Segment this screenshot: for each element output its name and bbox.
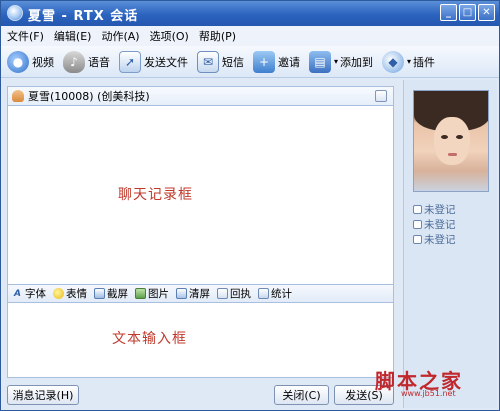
title-bar[interactable]: 夏雪 - RTX 会话 _ □ ✕ (1, 1, 499, 26)
rtx-logo-icon (7, 5, 23, 21)
chat-history-label: 聊天记录框 (118, 187, 193, 203)
toolbar: ● 视频 ♪ 语音 ➚ 发送文件 ✉ 短信 + 邀请 ▤ ▾ 添加到 ◆ ▾ 插… (1, 46, 499, 78)
window-title: 夏雪 - RTX 会话 (28, 9, 139, 24)
add-to-label: 添加到 (340, 55, 374, 69)
font-icon: A (14, 288, 21, 299)
sms-button[interactable]: ✉ 短信 (197, 50, 244, 73)
screenshot-label: 截屏 (107, 288, 128, 300)
avatar-eye-left (441, 135, 448, 139)
phone-status: 未登记 (413, 217, 456, 232)
video-button[interactable]: ● 视频 (7, 50, 54, 73)
invite-label: 邀请 (278, 55, 300, 69)
font-button[interactable]: A 字体 (12, 286, 46, 301)
voice-label: 语音 (88, 55, 110, 69)
menu-bar: 文件(F) 编辑(E) 动作(A) 选项(O) 帮助(P) (1, 26, 499, 46)
contact-header: 夏雪(10008) (创美科技) (7, 86, 394, 106)
add-to-button[interactable]: ▤ ▾ 添加到 (309, 50, 374, 73)
maximize-button[interactable]: □ (459, 4, 476, 21)
add-to-icon: ▤ (309, 50, 331, 73)
emoji-label: 表情 (66, 288, 87, 300)
minimize-button[interactable]: _ (440, 4, 457, 21)
font-label: 字体 (25, 288, 46, 300)
close-button[interactable]: 关闭(C) (274, 385, 329, 405)
sms-label: 短信 (222, 55, 244, 69)
menu-edit[interactable]: 编辑(E) (54, 28, 92, 44)
avatar-face (434, 117, 470, 165)
window-controls: _ □ ✕ (440, 4, 495, 21)
sms-icon: ✉ (197, 50, 219, 73)
chevron-down-icon: ▾ (334, 57, 339, 66)
chat-history-panel[interactable]: 聊天记录框 (7, 106, 394, 284)
mobile-icon (413, 205, 422, 214)
mobile-status-text: 未登记 (424, 204, 456, 216)
email-icon (413, 235, 422, 244)
invite-icon: + (253, 50, 275, 73)
voice-button[interactable]: ♪ 语音 (63, 50, 110, 73)
email-status: 未登记 (413, 232, 456, 247)
message-input-label: 文本输入框 (112, 331, 187, 347)
stats-button[interactable]: 统计 (258, 286, 292, 301)
avatar (413, 90, 489, 192)
plugin-icon: ◆ (382, 50, 405, 73)
clear-screen-label: 清屏 (189, 288, 210, 300)
picture-icon (135, 288, 146, 299)
send-file-button[interactable]: ➚ 发送文件 (119, 50, 188, 73)
avatar-eye-right (456, 135, 463, 139)
menu-options[interactable]: 选项(O) (150, 28, 189, 44)
menu-file[interactable]: 文件(F) (7, 28, 44, 44)
layout-toggle-icon[interactable] (375, 90, 387, 102)
chat-window: 夏雪 - RTX 会话 _ □ ✕ 文件(F) 编辑(E) 动作(A) 选项(O… (0, 0, 500, 411)
smiley-icon (53, 288, 64, 299)
receipt-button[interactable]: 回执 (217, 286, 251, 301)
close-window-button[interactable]: ✕ (478, 4, 495, 21)
menu-help[interactable]: 帮助(P) (199, 28, 236, 44)
contact-name: 夏雪(10008) (创美科技) (28, 90, 150, 103)
stats-icon (258, 288, 269, 299)
format-toolbar: A 字体 表情 截屏 图片 清屏 回执 统计 (7, 284, 394, 303)
picture-button[interactable]: 图片 (135, 286, 169, 301)
chevron-down-icon: ▾ (407, 57, 412, 66)
video-label: 视频 (32, 55, 54, 69)
video-icon: ● (7, 50, 29, 73)
menu-action[interactable]: 动作(A) (101, 28, 139, 44)
emoji-button[interactable]: 表情 (53, 286, 87, 301)
receipt-icon (217, 288, 228, 299)
receipt-label: 回执 (230, 288, 251, 300)
picture-label: 图片 (148, 288, 169, 300)
email-status-text: 未登记 (424, 234, 456, 246)
message-input[interactable]: 文本输入框 (7, 303, 394, 378)
send-file-label: 发送文件 (144, 55, 188, 69)
screenshot-icon (94, 288, 105, 299)
microphone-icon: ♪ (63, 50, 85, 73)
avatar-mouth (448, 153, 457, 156)
message-history-button[interactable]: 消息记录(H) (7, 385, 79, 405)
watermark-url: www.jb51.net (401, 389, 456, 398)
person-icon (12, 90, 24, 102)
clear-screen-button[interactable]: 清屏 (176, 286, 210, 301)
stats-label: 统计 (271, 288, 292, 300)
mobile-status: 未登记 (413, 202, 456, 217)
clear-screen-icon (176, 288, 187, 299)
send-file-icon: ➚ (119, 50, 141, 73)
phone-status-text: 未登记 (424, 219, 456, 231)
invite-button[interactable]: + 邀请 (253, 50, 300, 73)
profile-panel: 未登记 未登记 未登记 (403, 80, 497, 408)
watermark: 脚本之家 www.jb51.net (371, 365, 499, 401)
plugin-label: 插件 (413, 55, 436, 69)
plugin-button[interactable]: ◆ ▾ 插件 (382, 50, 436, 73)
phone-icon (413, 220, 422, 229)
screenshot-button[interactable]: 截屏 (94, 286, 128, 301)
